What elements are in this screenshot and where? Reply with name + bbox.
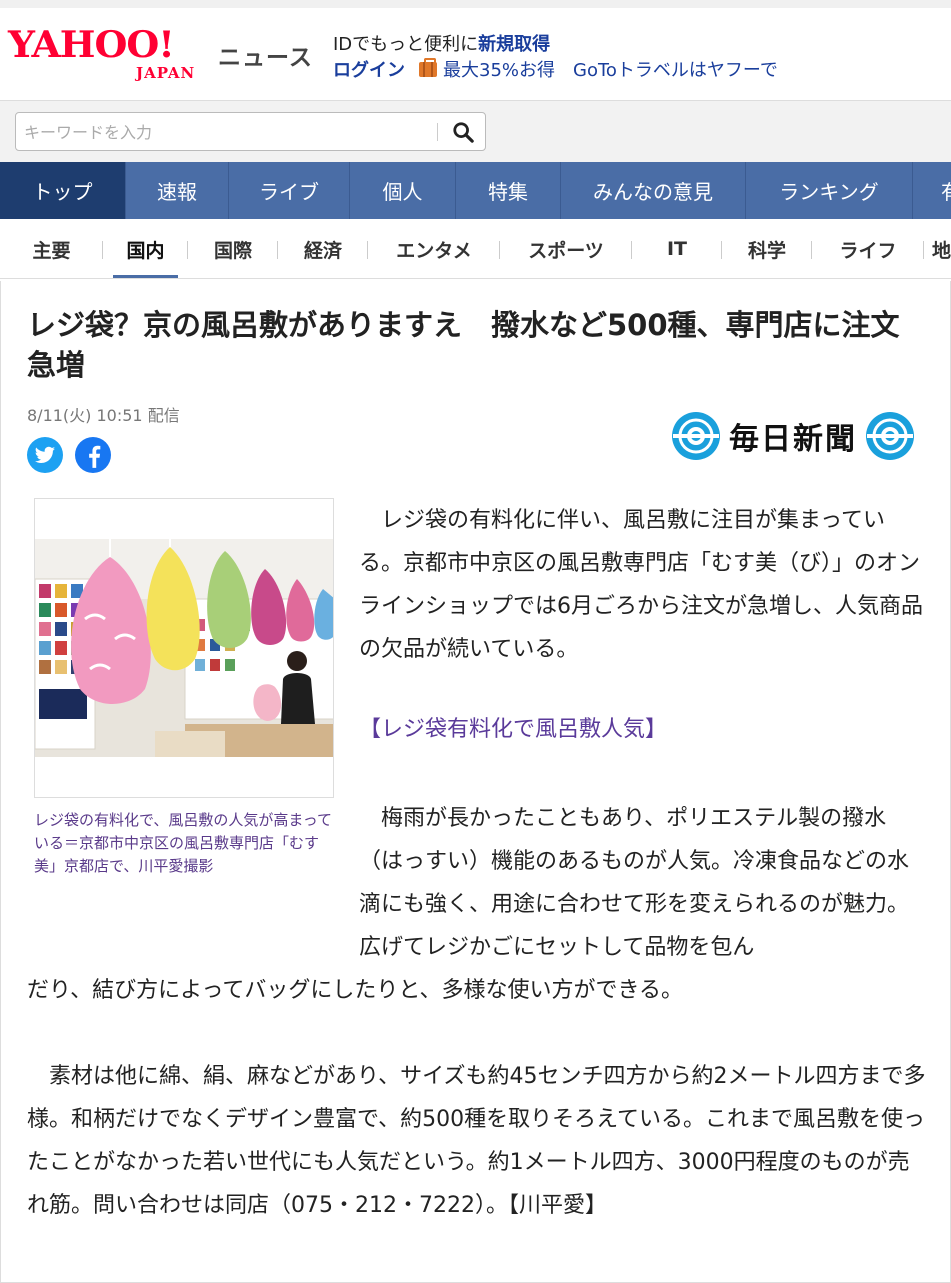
main-nav-opinion[interactable]: みんなの意見 <box>561 162 746 219</box>
login-link[interactable]: ログイン <box>333 56 405 82</box>
search-button[interactable] <box>446 117 480 147</box>
search-icon <box>453 122 474 143</box>
category-local[interactable]: 地 <box>924 219 951 278</box>
suitcase-icon <box>419 57 437 77</box>
twitter-icon <box>34 446 56 463</box>
share-buttons <box>27 437 111 473</box>
article-paragraph: 梅雨が長かったこともあり、ポリエステル製の撥水（はっすい）機能のあるものが人気。… <box>359 806 910 960</box>
furoshiki-shop-photo <box>35 539 333 757</box>
photo-caption: レジ袋の有料化で、風呂敷の人気が高まっている＝京都市中京区の風呂敷専門店「むす美… <box>34 811 333 875</box>
deal-link[interactable]: 最大35%お得 <box>443 56 555 82</box>
article: レジ袋？京の風呂敷がありますえ 撥水など500種、専門店に注文急増 8/11(火… <box>0 281 951 1283</box>
article-paragraph: レジ袋の有料化に伴い、風呂敷に注目が集まっている。京都市中京区の風呂敷専門店「む… <box>359 508 923 662</box>
register-link[interactable]: 新規取得 <box>478 34 550 55</box>
facebook-icon <box>89 445 101 468</box>
category-domestic[interactable]: 国内 <box>103 219 188 278</box>
main-nav: トップ 速報 ライブ 個人 特集 みんなの意見 ランキング 有 <box>0 162 951 219</box>
main-nav-more[interactable]: 有 <box>913 162 951 219</box>
main-nav-feature[interactable]: 特集 <box>456 162 561 219</box>
id-promo-text: IDでもっと便利に <box>333 34 479 55</box>
service-name[interactable]: ニュース <box>218 38 313 72</box>
mainichi-emblem-icon <box>866 412 914 460</box>
site-header: YAHOO! JAPAN ニュース IDでもっと便利に新規取得 ログイン 最大3… <box>0 0 951 100</box>
category-science[interactable]: 科学 <box>722 219 812 278</box>
article-headline: レジ袋？京の風呂敷がありますえ 撥水など500種、専門店に注文急増 <box>27 308 900 382</box>
goto-travel-link[interactable]: GoToトラベルはヤフーで <box>573 56 778 82</box>
twitter-share-button[interactable] <box>27 437 63 473</box>
yahoo-japan-logo[interactable]: YAHOO! JAPAN <box>8 24 213 86</box>
main-nav-flash[interactable]: 速報 <box>126 162 229 219</box>
article-date: 8/11(火) 10:51 配信 <box>27 406 180 425</box>
article-paragraph-continued: だり、結び方によってバッグにしたりと、多様な使い方ができる。 <box>27 978 684 1003</box>
main-nav-live[interactable]: ライブ <box>229 162 350 219</box>
search-divider <box>437 123 438 141</box>
category-economy[interactable]: 経済 <box>278 219 368 278</box>
article-photo[interactable] <box>34 498 334 798</box>
search-box <box>15 112 486 151</box>
category-it[interactable]: IT <box>632 219 722 278</box>
mainichi-emblem-icon <box>672 412 720 460</box>
category-life[interactable]: ライフ <box>812 219 924 278</box>
facebook-share-button[interactable] <box>75 437 111 473</box>
id-promo: IDでもっと便利に新規取得 <box>333 30 550 56</box>
category-international[interactable]: 国際 <box>188 219 278 278</box>
search-input[interactable] <box>24 119 434 145</box>
category-nav: 主要 国内 国際 経済 エンタメ スポーツ IT 科学 ライフ 地 <box>0 219 951 279</box>
category-entertainment[interactable]: エンタメ <box>368 219 500 278</box>
category-main[interactable]: 主要 <box>0 219 103 278</box>
promo-line: ログイン 最大35%お得 GoToトラベルはヤフーで <box>333 56 778 82</box>
main-nav-ranking[interactable]: ランキング <box>746 162 913 219</box>
main-nav-top[interactable]: トップ <box>0 162 126 219</box>
logo-wordmark: YAHOO! <box>8 24 175 66</box>
article-paragraph: 素材は他に綿、絹、麻などがあり、サイズも約45センチ四方から約2メートル四方まで… <box>27 1064 926 1218</box>
main-nav-individual[interactable]: 個人 <box>350 162 456 219</box>
source-name: 毎日新聞 <box>729 422 857 457</box>
related-article-link[interactable]: 【レジ袋有料化で風呂敷人気】 <box>359 711 667 743</box>
search-bar <box>0 100 951 162</box>
source-logo[interactable]: 毎日新聞 <box>671 411 915 461</box>
logo-sub: JAPAN <box>136 64 196 82</box>
category-sports[interactable]: スポーツ <box>500 219 632 278</box>
